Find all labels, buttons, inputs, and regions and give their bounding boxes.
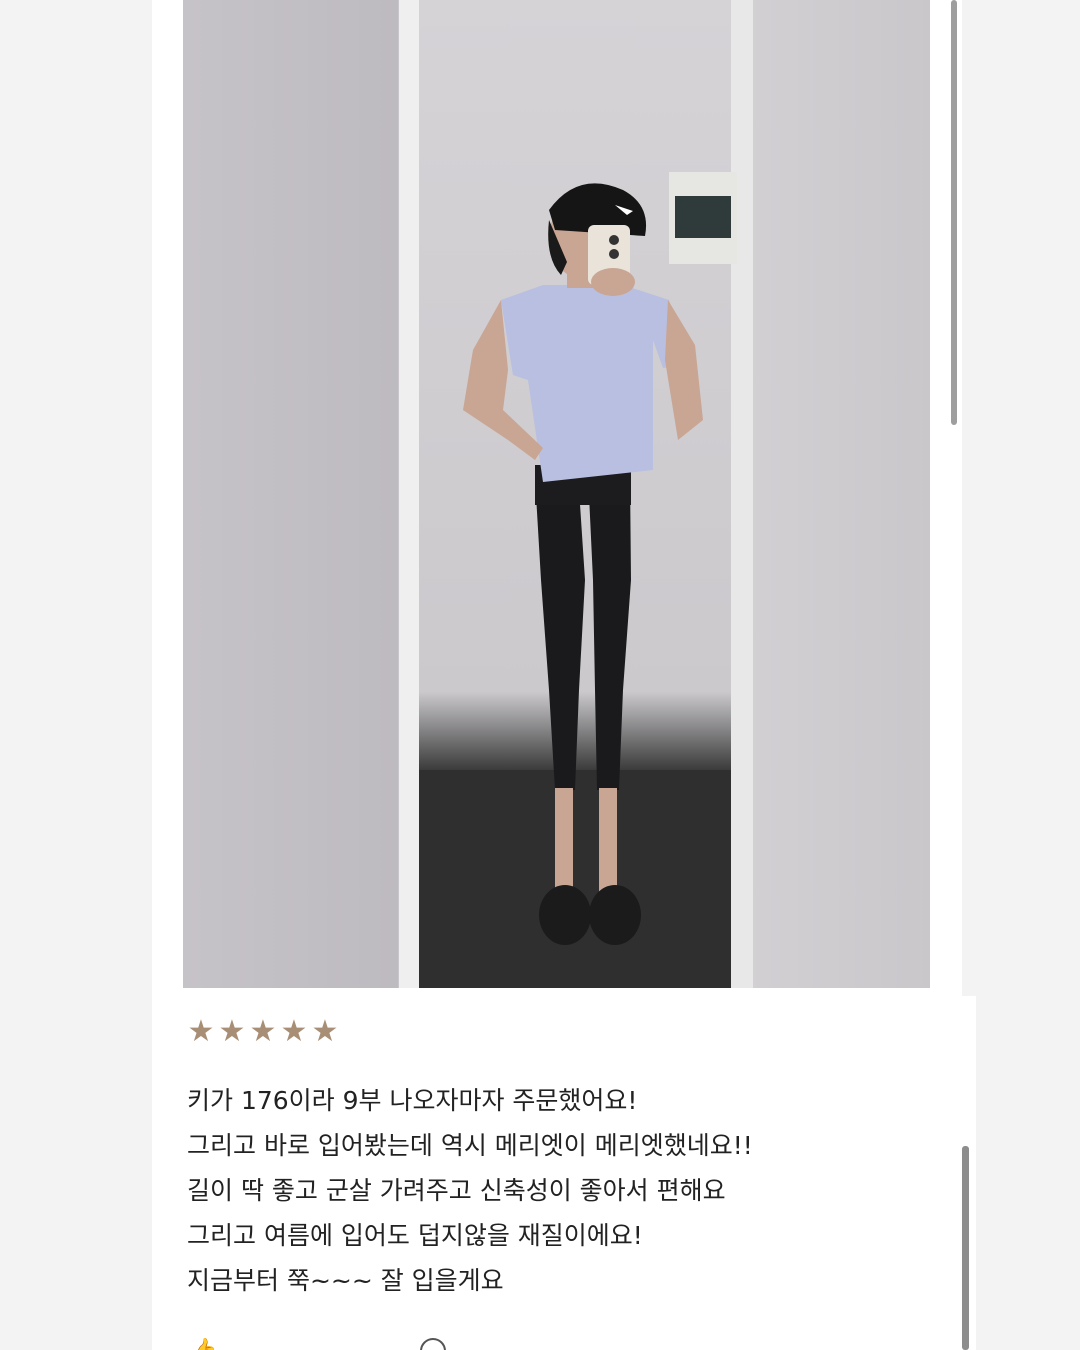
review-photo-image (183, 0, 930, 988)
rating-stars: ★ ★ ★ ★ ★ (186, 1017, 340, 1049)
comment-bubble-icon (420, 1338, 446, 1350)
review-line: 그리고 바로 입어봤는데 역시 메리엣이 메리엣했네요!! (187, 1131, 753, 1160)
star-icon: ★ (249, 1014, 277, 1049)
review-body: 키가 176이라 9부 나오자마자 주문했어요! 그리고 바로 입어봤는데 역시… (187, 1078, 927, 1303)
review-line: 지금부터 쭉~~~ 잘 입을게요 (187, 1266, 504, 1295)
star-icon: ★ (218, 1014, 246, 1049)
review-line: 길이 딱 좋고 군살 가려주고 신축성이 좋아서 편해요 (187, 1176, 726, 1205)
star-icon: ★ (187, 1014, 215, 1049)
review-actions: 👍 (190, 1338, 950, 1350)
star-icon: ★ (280, 1014, 308, 1049)
scrollbar-bottom[interactable] (962, 1146, 969, 1350)
scrollbar-top[interactable] (951, 0, 957, 425)
star-icon: ★ (311, 1014, 339, 1049)
review-page: ★ ★ ★ ★ ★ 키가 176이라 9부 나오자마자 주문했어요! 그리고 바… (0, 0, 1080, 1350)
comment-button[interactable] (420, 1338, 446, 1350)
review-line: 키가 176이라 9부 나오자마자 주문했어요! (187, 1086, 638, 1115)
helpful-button[interactable]: 👍 (190, 1338, 217, 1350)
thumbs-up-icon: 👍 (190, 1338, 217, 1350)
review-line: 그리고 여름에 입어도 덥지않을 재질이에요! (187, 1221, 643, 1250)
review-photo[interactable] (183, 0, 930, 988)
